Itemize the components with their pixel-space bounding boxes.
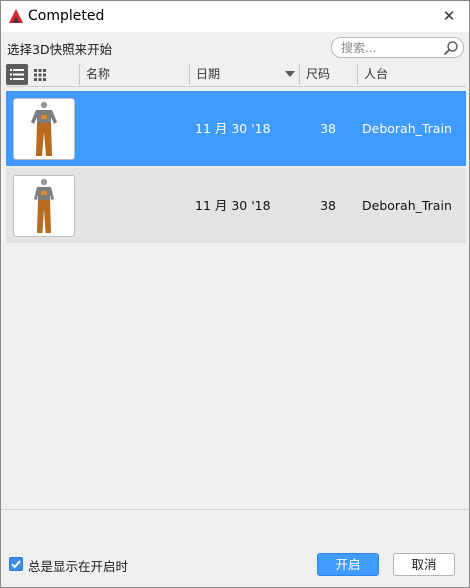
snapshot-thumbnail (13, 175, 75, 237)
checkmark-icon (11, 560, 21, 569)
column-name[interactable]: 名称 (79, 64, 189, 85)
search-input[interactable] (341, 40, 441, 55)
sort-descending-icon (285, 71, 295, 77)
snapshot-row-1[interactable]: 11 月 30 '18 38 Deborah_Train (6, 91, 466, 166)
window-title: Completed (28, 8, 105, 24)
cancel-button[interactable]: 取消 (393, 553, 455, 576)
view-toggle (6, 64, 52, 85)
list-view-icon (10, 69, 24, 80)
search-box[interactable] (331, 37, 464, 58)
column-avatar-label: 人台 (364, 67, 389, 81)
title-bar: Completed ✕ (1, 1, 469, 32)
close-button[interactable]: ✕ (441, 7, 457, 25)
completed-dialog: Completed ✕ 选择3D快照来开始 名称 (0, 0, 470, 588)
footer-divider (1, 509, 469, 510)
grid-view-button[interactable] (29, 64, 51, 85)
snapshot-row-2[interactable]: 11 月 30 '18 38 Deborah_Train (6, 168, 466, 243)
list-view-button[interactable] (6, 64, 28, 85)
column-size[interactable]: 尺码 (299, 64, 357, 85)
column-name-label: 名称 (86, 67, 111, 81)
always-show-checkbox[interactable] (9, 557, 23, 571)
column-size-label: 尺码 (306, 67, 331, 81)
column-date-label: 日期 (196, 67, 221, 81)
garment-figure-icon (34, 178, 54, 233)
always-show-label: 总是显示在开启时 (28, 559, 129, 574)
header-divider (6, 86, 466, 87)
column-header: 名称 日期 尺码 人台 (77, 64, 467, 85)
row-date: 11 月 30 '18 (195, 198, 271, 213)
search-icon[interactable] (443, 40, 459, 56)
open-button[interactable]: 开启 (317, 553, 379, 576)
prompt-text: 选择3D快照来开始 (7, 42, 113, 57)
row-size: 38 (320, 198, 336, 213)
snapshot-thumbnail (13, 98, 75, 160)
row-date: 11 月 30 '18 (195, 121, 271, 136)
app-logo-icon (9, 9, 23, 23)
column-date[interactable]: 日期 (189, 64, 299, 85)
grid-view-icon (34, 69, 46, 81)
row-avatar: Deborah_Train (362, 121, 452, 136)
column-avatar[interactable]: 人台 (357, 64, 465, 85)
garment-figure-icon (31, 101, 57, 156)
row-size: 38 (320, 121, 336, 136)
row-avatar: Deborah_Train (362, 198, 452, 213)
